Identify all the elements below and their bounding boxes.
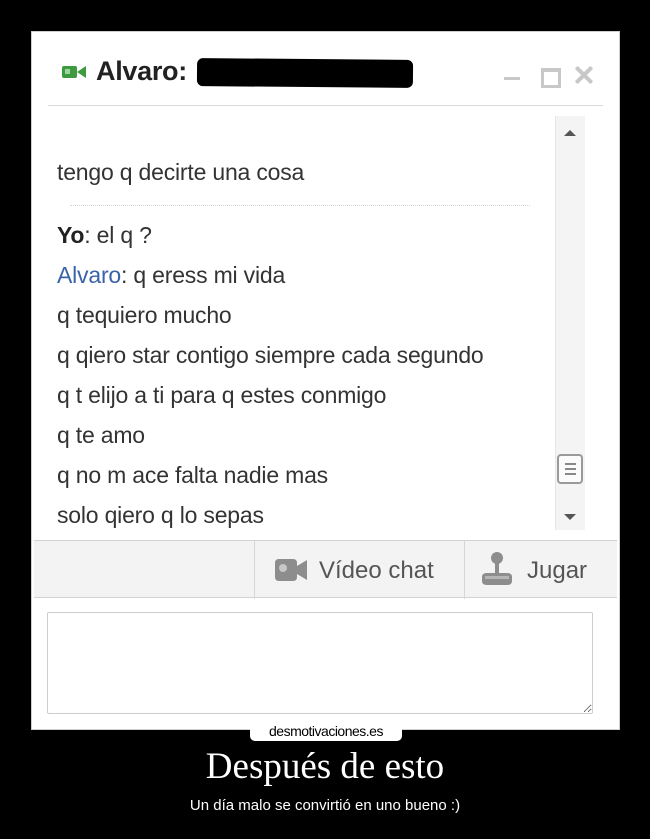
contact-name: Alvaro: (96, 56, 187, 86)
sender-name: Alvaro (57, 262, 121, 288)
webcam-icon (275, 559, 307, 581)
close-icon[interactable] (573, 64, 595, 86)
message-line-me: Yo: el q ? (57, 222, 152, 249)
message-line: q no m ace falta nadie mas (57, 462, 328, 488)
minimize-icon[interactable] (501, 64, 523, 86)
chat-titlebar: Alvaro: (48, 34, 603, 106)
message-text: : q eress mi vida (121, 262, 286, 288)
sender-name: Yo (57, 222, 85, 248)
video-chat-label: Vídeo chat (319, 557, 434, 584)
message-list: tengo q decirte una cosa Yo: el q ? Alva… (34, 109, 617, 550)
message-separator (70, 205, 530, 206)
scroll-up-icon[interactable] (564, 130, 576, 136)
game-label: Jugar (527, 557, 588, 584)
poster-frame: Alvaro: tengo q decirte una cosa Yo: el … (31, 31, 620, 730)
chat-action-bar: Vídeo chat Jugar (34, 540, 619, 599)
video-camera-icon (62, 66, 86, 78)
message-line: q tequiero mucho (57, 302, 232, 328)
maximize-icon[interactable] (537, 64, 561, 88)
scroll-thumb[interactable] (557, 454, 583, 484)
scroll-down-icon[interactable] (564, 514, 576, 520)
message-line: tengo q decirte una cosa (57, 159, 305, 185)
joystick-icon (482, 552, 512, 585)
chat-window: Alvaro: tengo q decirte una cosa Yo: el … (34, 34, 617, 727)
message-line: solo qiero q lo sepas (57, 502, 264, 528)
message-line-contact: Alvaro: q eress mi vida (57, 262, 285, 289)
message-line: q te amo (57, 422, 145, 448)
message-line: q qiero star contigo siempre cada segund… (57, 342, 484, 368)
redaction-bar (196, 58, 414, 88)
video-chat-button[interactable]: Vídeo chat (254, 541, 464, 599)
message-scrollbar[interactable] (555, 116, 585, 530)
message-text: : el q ? (84, 222, 152, 248)
window-controls (499, 64, 603, 88)
message-input[interactable] (47, 612, 593, 714)
message-line: q t elijo a ti para q estes conmigo (57, 382, 387, 408)
poster-subtitle: Un día malo se convirtió en uno bueno :) (189, 797, 461, 814)
game-button[interactable]: Jugar (464, 541, 619, 599)
poster-title: Después de esto (205, 746, 445, 787)
brand-watermark: desmotivaciones.es (250, 722, 402, 741)
